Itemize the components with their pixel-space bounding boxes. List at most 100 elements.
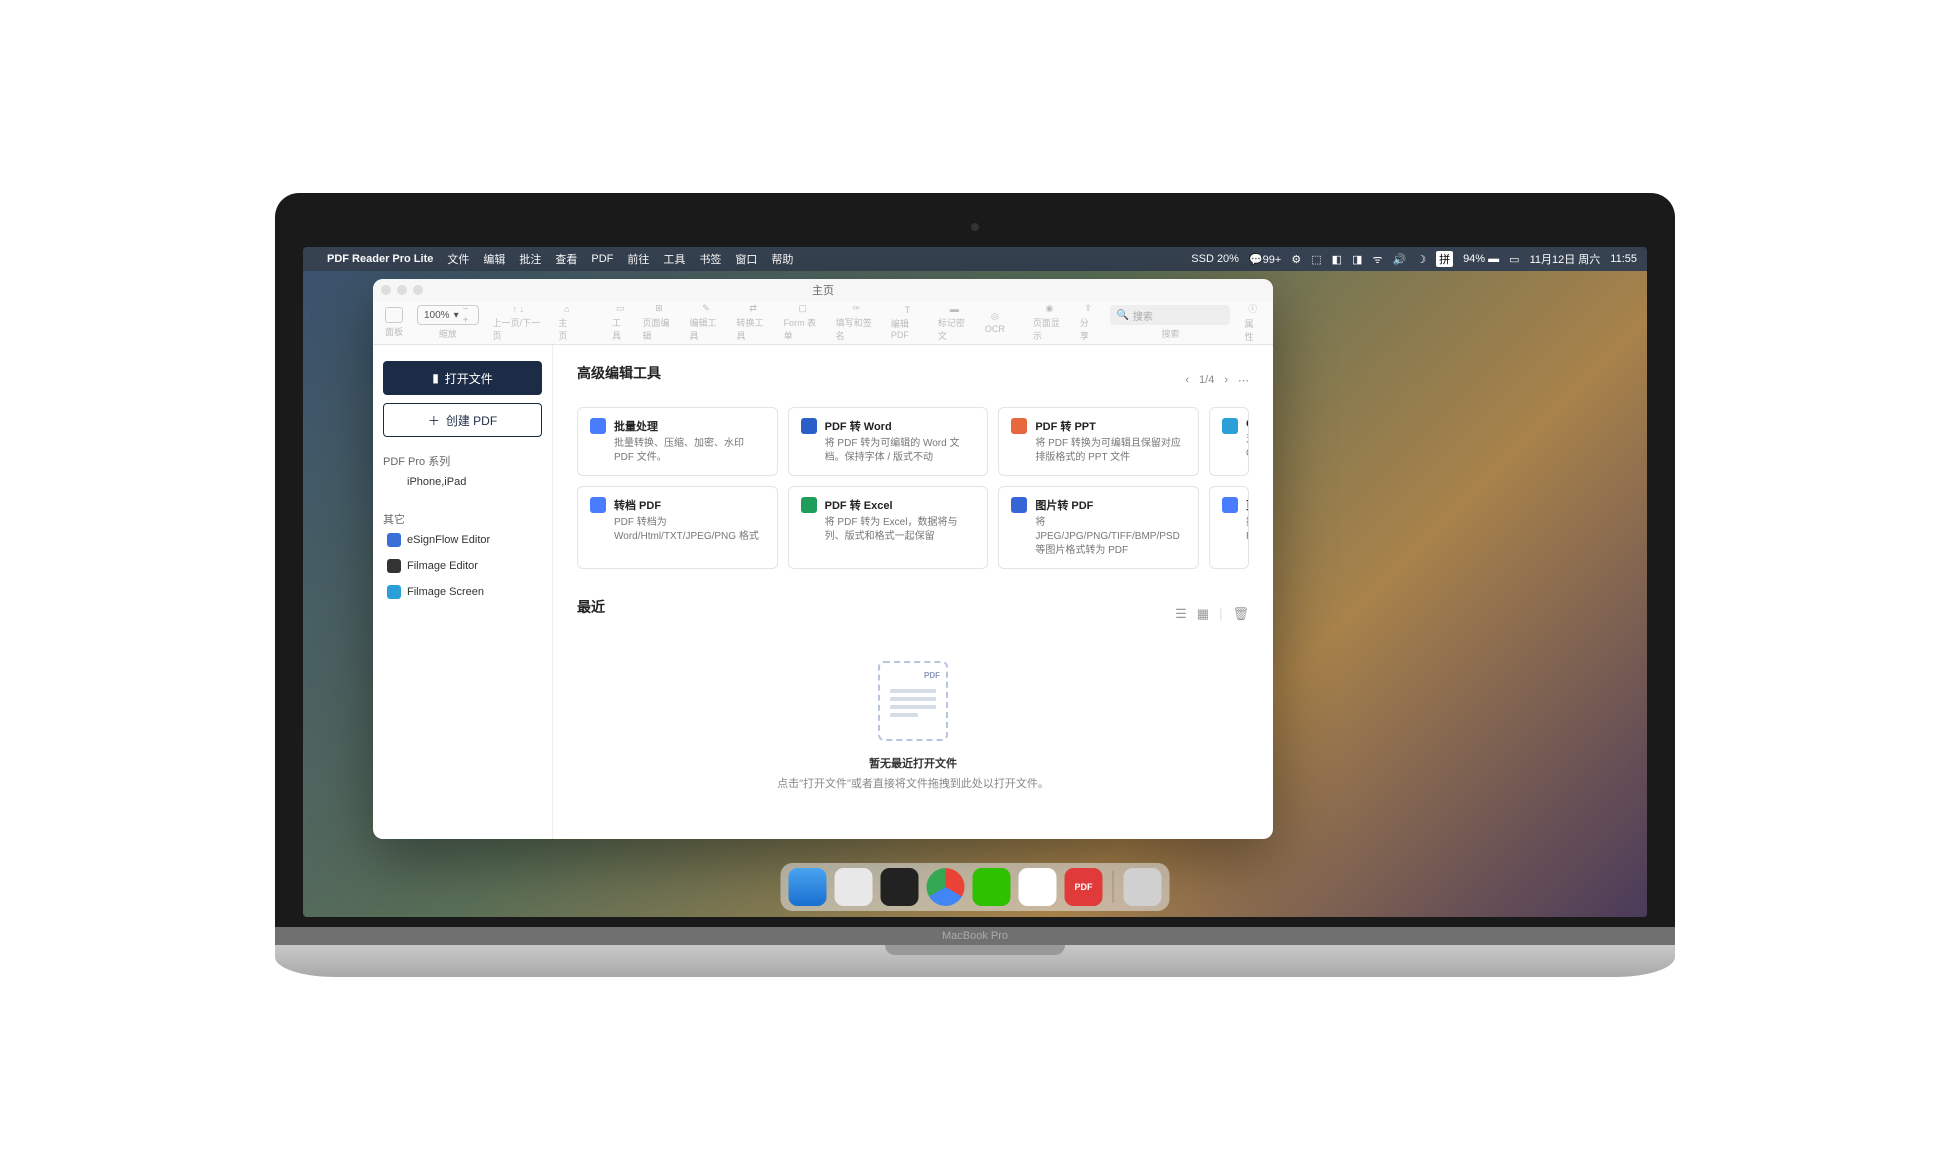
next-page[interactable]: › bbox=[1224, 374, 1228, 386]
menu-window[interactable]: 窗口 bbox=[735, 251, 757, 267]
menu-annotate[interactable]: 批注 bbox=[519, 251, 541, 267]
menu-bookmarks[interactable]: 书签 bbox=[699, 251, 721, 267]
status-icon[interactable]: ⬚ bbox=[1311, 253, 1321, 266]
status-icon[interactable]: ◧ bbox=[1332, 253, 1342, 266]
status-icon[interactable]: ⚙ bbox=[1291, 253, 1301, 266]
maximize-button[interactable] bbox=[413, 285, 423, 295]
toolbar-ocr[interactable]: ◎OCR bbox=[985, 311, 1005, 334]
dock-launchpad[interactable] bbox=[835, 868, 873, 906]
view-grid-icon[interactable]: ▦ bbox=[1197, 606, 1209, 622]
tool-icon bbox=[590, 497, 606, 513]
toolbar-share[interactable]: ⇪分享 bbox=[1080, 303, 1097, 342]
dock-chrome[interactable] bbox=[927, 868, 965, 906]
tool-card[interactable]: 批量处理 批量转换、压缩、加密、水印 PDF 文件。 bbox=[577, 407, 778, 476]
wechat-icon[interactable]: 💬99+ bbox=[1249, 253, 1281, 266]
tool-card[interactable]: PDF 转 Word 将 PDF 转为可编辑的 Word 文档。保持字体 / 版… bbox=[788, 407, 989, 476]
more-menu[interactable]: ⋯ bbox=[1238, 374, 1249, 387]
tool-icon bbox=[1011, 497, 1027, 513]
window-title: 主页 bbox=[812, 282, 834, 298]
plus-icon: ＋ bbox=[428, 412, 440, 429]
app-menu[interactable]: PDF Reader Pro Lite bbox=[327, 253, 433, 265]
menu-tools[interactable]: 工具 bbox=[663, 251, 685, 267]
main-content: 高级编辑工具 ‹ 1/4 › ⋯ 批量处理 批量转换、压缩、加密、水印 PDF … bbox=[553, 345, 1273, 839]
macos-menubar: PDF Reader Pro Lite 文件 编辑 批注 查看 PDF 前往 工… bbox=[303, 247, 1647, 271]
dock-qq[interactable] bbox=[1019, 868, 1057, 906]
minimize-button[interactable] bbox=[397, 285, 407, 295]
toolbar-zoom[interactable]: 100%▾− + 缩放 bbox=[417, 305, 479, 340]
toolbar-form[interactable]: ▢Form 表单 bbox=[784, 303, 822, 342]
trash-icon[interactable]: 🗑 bbox=[1232, 606, 1249, 622]
toolbar-fill-sign[interactable]: ✑填写和签名 bbox=[836, 303, 877, 342]
tool-title: O bbox=[1246, 418, 1249, 430]
prev-page[interactable]: ‹ bbox=[1185, 374, 1189, 386]
menu-goto[interactable]: 前往 bbox=[627, 251, 649, 267]
tool-card[interactable]: O 对 O bbox=[1209, 407, 1249, 476]
sidebar-item-esignflow[interactable]: eSignFlow Editor bbox=[383, 527, 542, 553]
tool-title: PDF 转 Word bbox=[825, 418, 976, 434]
sidebar: ▮ 打开文件 ＋ 创建 PDF PDF Pro 系列 iPhone,iPad 其 bbox=[373, 345, 553, 839]
date[interactable]: 11月12日 周六 bbox=[1530, 251, 1601, 267]
toolbar-prev-next[interactable]: ↑ ↓上一页/下一页 bbox=[493, 304, 545, 342]
toolbar-panel[interactable]: 面板 bbox=[385, 307, 403, 338]
tools-heading: 高级编辑工具 bbox=[577, 363, 661, 383]
toolbar-search[interactable]: 🔍搜索 搜索 bbox=[1110, 305, 1230, 340]
open-file-button[interactable]: ▮ 打开文件 bbox=[383, 361, 542, 395]
tool-icon bbox=[1011, 418, 1027, 434]
tool-title: PDF 转 PPT bbox=[1035, 418, 1186, 434]
tool-icon bbox=[1222, 418, 1238, 434]
window-titlebar[interactable]: 主页 bbox=[373, 279, 1273, 301]
screen-mirroring-icon[interactable]: ▭ bbox=[1509, 253, 1519, 266]
ssd-status[interactable]: SSD 20% bbox=[1191, 253, 1239, 265]
toolbar-convert[interactable]: ⇄转换工具 bbox=[737, 303, 770, 342]
dock-trash[interactable] bbox=[1124, 868, 1162, 906]
close-button[interactable] bbox=[381, 285, 391, 295]
tool-desc: 将 PDF 转为 Excel，数据将与列、版式和格式一起保留 bbox=[825, 516, 976, 544]
toolbar-tools[interactable]: ▭工具 bbox=[612, 303, 629, 342]
dock-wechat[interactable] bbox=[973, 868, 1011, 906]
app-icon bbox=[387, 533, 401, 547]
menu-view[interactable]: 查看 bbox=[555, 251, 577, 267]
input-method[interactable]: 拼 bbox=[1436, 251, 1453, 267]
menu-file[interactable]: 文件 bbox=[447, 251, 469, 267]
time[interactable]: 11:55 bbox=[1610, 253, 1637, 265]
sidebar-item-filmage-screen[interactable]: Filmage Screen bbox=[383, 579, 542, 605]
tool-desc: 将 PDF 转换为可编辑且保留对应排版格式的 PPT 文件 bbox=[1035, 437, 1186, 465]
tool-desc: 将 JPEG/JPG/PNG/TIFF/BMP/PSD 等图片格式转为 PDF bbox=[1035, 516, 1186, 558]
tool-title: 转档 PDF bbox=[614, 497, 765, 513]
tool-title: PDF 转 Excel bbox=[825, 497, 976, 513]
dock-pdfreader[interactable]: PDF bbox=[1065, 868, 1103, 906]
menu-pdf[interactable]: PDF bbox=[591, 253, 613, 265]
toolbar-display[interactable]: ◉页面显示 bbox=[1033, 303, 1066, 342]
tool-card[interactable]: 转档 PDF PDF 转档为 Word/Html/TXT/JPEG/PNG 格式 bbox=[577, 486, 778, 569]
page-indicator: 1/4 bbox=[1199, 374, 1214, 386]
status-icon[interactable]: ◨ bbox=[1352, 253, 1362, 266]
tool-card[interactable]: 页 插 P bbox=[1209, 486, 1249, 569]
tool-card[interactable]: PDF 转 Excel 将 PDF 转为 Excel，数据将与列、版式和格式一起… bbox=[788, 486, 989, 569]
toolbar-edit-pdf[interactable]: T编辑PDF bbox=[891, 305, 924, 340]
laptop-base bbox=[275, 945, 1675, 977]
battery-status[interactable]: 94% ▬ bbox=[1463, 253, 1499, 265]
dock-terminal[interactable] bbox=[881, 868, 919, 906]
dock-finder[interactable] bbox=[789, 868, 827, 906]
menu-help[interactable]: 帮助 bbox=[771, 251, 793, 267]
toolbar-redact[interactable]: ▬标记密文 bbox=[938, 304, 971, 342]
sidebar-item-filmage-editor[interactable]: Filmage Editor bbox=[383, 553, 542, 579]
moon-icon[interactable]: ☽ bbox=[1416, 253, 1426, 266]
wifi-icon[interactable]: ᯤ bbox=[1372, 252, 1382, 267]
tool-icon bbox=[590, 418, 606, 434]
sidebar-item-ios[interactable]: iPhone,iPad bbox=[383, 469, 542, 495]
toolbar-page-edit[interactable]: ⊞页面编辑 bbox=[643, 303, 676, 342]
toolbar-edit-tools[interactable]: ✎编辑工具 bbox=[690, 303, 723, 342]
volume-icon[interactable]: 🔊 bbox=[1392, 253, 1406, 266]
tool-desc: 将 PDF 转为可编辑的 Word 文档。保持字体 / 版式不动 bbox=[825, 437, 976, 465]
tool-card[interactable]: PDF 转 PPT 将 PDF 转换为可编辑且保留对应排版格式的 PPT 文件 bbox=[998, 407, 1199, 476]
tool-card[interactable]: 图片转 PDF 将 JPEG/JPG/PNG/TIFF/BMP/PSD 等图片格… bbox=[998, 486, 1199, 569]
create-pdf-button[interactable]: ＋ 创建 PDF bbox=[383, 403, 542, 437]
menu-edit[interactable]: 编辑 bbox=[483, 251, 505, 267]
toolbar-properties[interactable]: ⓘ属性 bbox=[1244, 302, 1261, 343]
dock-separator bbox=[1113, 871, 1114, 903]
tool-title: 页 bbox=[1246, 497, 1249, 513]
toolbar-home[interactable]: ⌂主页 bbox=[558, 304, 575, 342]
view-list-icon[interactable]: ☰ bbox=[1175, 606, 1187, 622]
tool-desc: 插 P bbox=[1246, 516, 1249, 544]
